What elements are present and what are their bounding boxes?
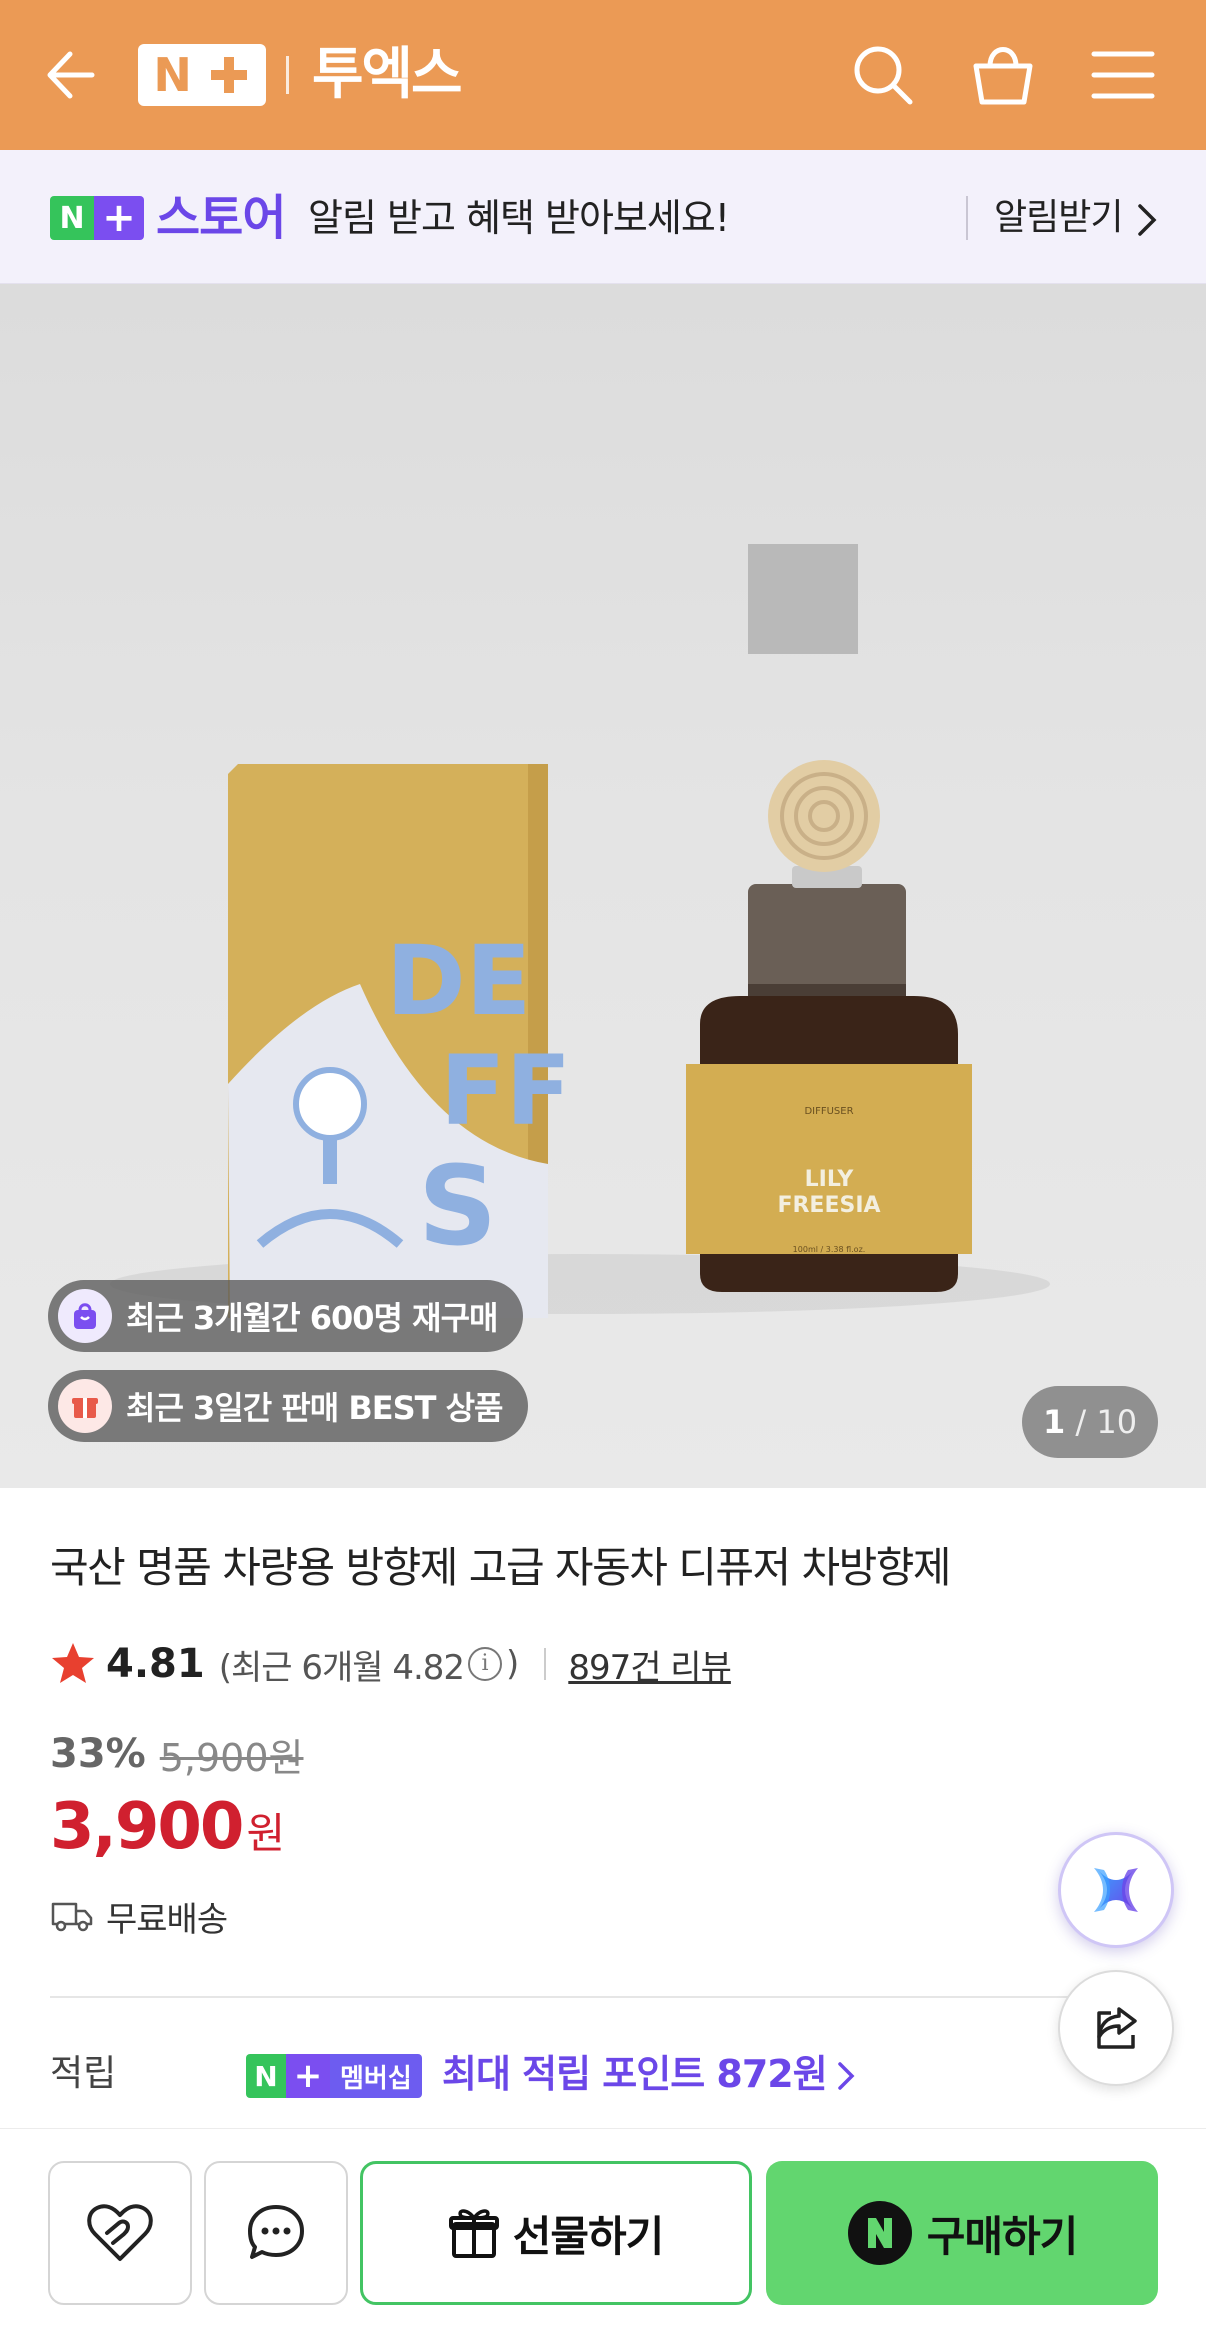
naver-pay-icon (847, 2201, 912, 2265)
bottle-label-line2: FREESIA (777, 1193, 880, 1218)
share-icon (1097, 2007, 1137, 2049)
star-icon (52, 1643, 94, 1683)
box-art-text-3: S (418, 1142, 497, 1270)
app-header: N 투엑스 (0, 0, 1206, 150)
banner-message: 알림 받고 혜택 받아보세요! (308, 196, 730, 240)
membership-badge: N + 멤버십 (246, 2054, 422, 2098)
image-counter-current: 1 (1042, 1403, 1066, 1441)
repurchase-badge-text: 최근 3개월간 600명 재구매 (126, 1299, 498, 1337)
rating-divider (544, 1648, 547, 1680)
discount-row: 33% 5,900원 (50, 1726, 304, 1782)
naver-plus-logo[interactable]: N (138, 44, 266, 106)
diffuser-bottle: DIFFUSER LILY FREESIA 100ml / 3.38 fl.oz… (686, 544, 972, 1292)
back-arrow-icon[interactable] (40, 40, 104, 110)
ai-assistant-button[interactable] (1058, 1832, 1174, 1948)
menu-icon[interactable] (1086, 38, 1160, 112)
membership-badge-text: 멤버십 (330, 2054, 422, 2098)
rating-row: 4.81 (최근 6개월 4.82 i ) 897건 리뷰 (48, 1634, 732, 1694)
chevron-right-icon[interactable] (1132, 200, 1162, 240)
product-title: 국산 명품 차량용 방향제 고급 자동차 디퓨저 차방향제 (50, 1543, 952, 1592)
store-label: 스토어 (156, 190, 286, 246)
gift-box-icon (58, 1379, 112, 1433)
review-count-link[interactable]: 897건 리뷰 (568, 1640, 732, 1689)
gift-button[interactable]: 선물하기 (360, 2161, 752, 2305)
logo-divider (286, 56, 289, 94)
chevron-right-icon[interactable] (834, 2058, 858, 2094)
sale-price: 3,900 (50, 1790, 244, 1864)
section-divider (50, 1996, 1156, 1998)
buy-button-label: 구매하기 (926, 2211, 1079, 2261)
image-counter: 1 / 10 (1022, 1386, 1158, 1458)
bottle-label-line1: LILY (805, 1167, 855, 1192)
truck-icon (51, 1902, 93, 1932)
banner-divider (966, 196, 968, 240)
store-brand-name[interactable]: 투엑스 (312, 38, 463, 112)
chat-button[interactable] (204, 2161, 348, 2305)
chat-bubble-icon (248, 2205, 304, 2259)
cart-icon[interactable] (966, 38, 1040, 112)
bottom-action-bar: 선물하기 구매하기 (0, 2128, 1206, 2334)
bottle-label-volume: 100ml / 3.38 fl.oz. (793, 1245, 866, 1254)
subscribe-alert-button[interactable]: 알림받기 (994, 190, 1123, 246)
naver-plus-store-logo: N + (50, 195, 144, 241)
search-icon[interactable] (846, 38, 920, 112)
share-button[interactable] (1058, 1970, 1174, 2086)
gift-icon (448, 2209, 499, 2258)
price-row: 3,900 원 (50, 1790, 285, 1864)
info-icon[interactable]: i (468, 1647, 503, 1681)
max-points-link[interactable]: 최대 적립 포인트 872원 (442, 2046, 828, 2102)
notification-banner[interactable]: N + 스토어 알림 받고 혜택 받아보세요! 알림받기 (0, 150, 1206, 284)
rating-score: 4.81 (106, 1641, 205, 1687)
product-box: DE FF S (228, 764, 571, 1318)
best-seller-badge-text: 최근 3일간 판매 BEST 상품 (126, 1389, 503, 1427)
recent-rating-close: ) (506, 1644, 519, 1684)
box-art-text-2: FF (440, 1035, 571, 1147)
discount-rate: 33% (50, 1731, 146, 1777)
recent-rating: (최근 6개월 4.82 (218, 1647, 465, 1688)
bottle-label-brand: DIFFUSER (804, 1106, 853, 1117)
ai-assistant-icon (1094, 1868, 1138, 1912)
heart-wish-icon (87, 2204, 153, 2261)
repurchase-badge: 최근 3개월간 600명 재구매 (48, 1280, 524, 1352)
currency-unit: 원 (246, 1809, 286, 1858)
image-counter-total: / 10 (1075, 1403, 1138, 1441)
best-seller-badge: 최근 3일간 판매 BEST 상품 (48, 1370, 529, 1442)
shipping-text: 무료배송 (106, 1899, 228, 1940)
product-image-gallery[interactable]: DE FF S DIFFUSER LILY FREESIA 100ml / 3.… (0, 284, 1206, 1488)
wishlist-button[interactable] (48, 2161, 192, 2305)
shipping-row: 무료배송 (50, 1888, 228, 1944)
gift-button-label: 선물하기 (512, 2211, 665, 2261)
original-price: 5,900원 (159, 1735, 304, 1780)
points-label: 적립 (50, 2053, 117, 2094)
buy-button[interactable]: 구매하기 (766, 2161, 1158, 2305)
shopping-bag-icon (58, 1289, 112, 1343)
box-art-text-1: DE (386, 925, 531, 1037)
